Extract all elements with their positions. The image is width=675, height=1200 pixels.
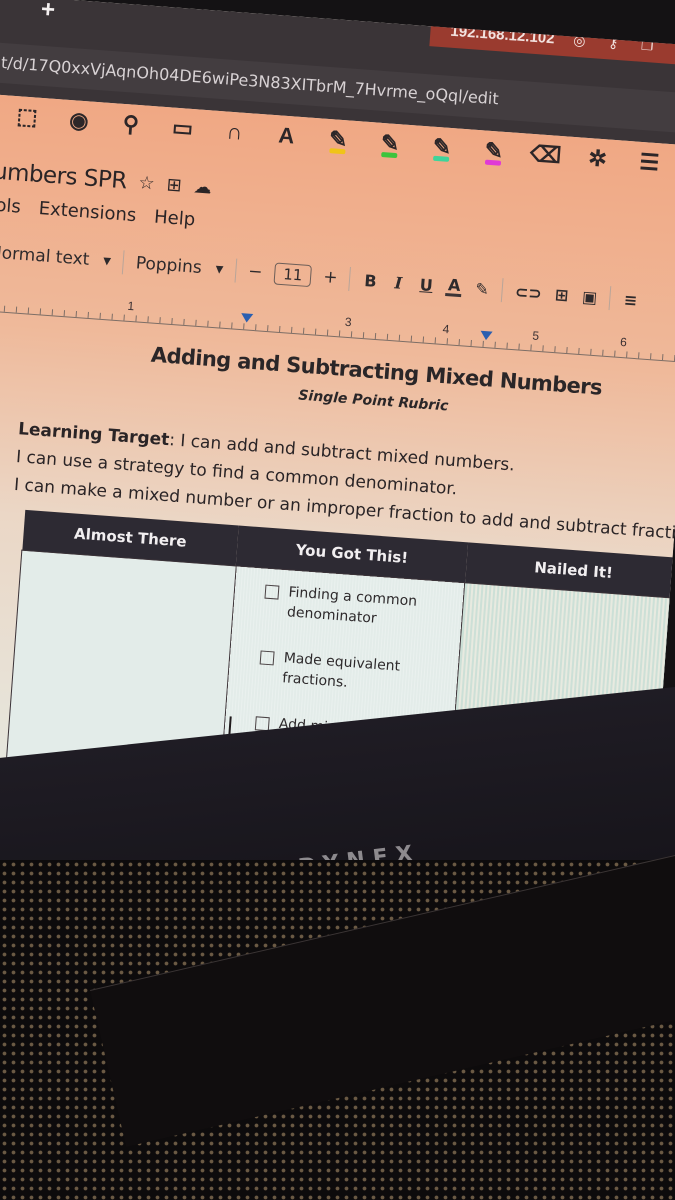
- toolbar-divider: [501, 278, 505, 303]
- bold-button[interactable]: B: [362, 270, 379, 291]
- font-dropdown[interactable]: Poppins ▼: [135, 253, 224, 279]
- font-value: Poppins: [135, 253, 203, 279]
- criteria-label: Made equivalent fractions.: [281, 650, 401, 691]
- read-aloud-icon[interactable]: ◉: [64, 106, 94, 136]
- highlighter-yellow-icon[interactable]: ✎: [323, 125, 353, 155]
- checkbox[interactable]: [264, 584, 280, 600]
- text-color-button[interactable]: A: [445, 275, 463, 297]
- paragraph-style-dropdown[interactable]: Normal text ▼: [0, 243, 112, 272]
- paragraph-style-value: Normal text: [0, 242, 90, 270]
- ruler-number: 3: [344, 314, 353, 330]
- link-icon[interactable]: ⊂⊃: [514, 282, 542, 303]
- menu-bar: Tools Extensions Help: [0, 193, 196, 230]
- toolbar-divider: [234, 258, 238, 283]
- monitor-icon[interactable]: ▭: [168, 113, 198, 143]
- criteria-label: Finding a common denominator: [286, 584, 418, 627]
- photo-scene: + 192.168.12.102 ◎ ⚷ ❐ nt/d/17Q0xxVjAqnO…: [0, 0, 675, 1200]
- highlighter-teal-icon[interactable]: ✎: [427, 132, 457, 162]
- italic-button[interactable]: I: [390, 272, 407, 292]
- translate-icon[interactable]: A: [271, 121, 301, 151]
- highlighter-green-icon[interactable]: ✎: [375, 129, 405, 159]
- move-folder-icon[interactable]: ⊞: [166, 174, 183, 196]
- menu-tools[interactable]: Tools: [0, 193, 22, 217]
- indent-marker[interactable]: [240, 313, 254, 323]
- document-title[interactable]: numbers SPR: [0, 158, 128, 195]
- ruler-number: 1: [127, 298, 135, 314]
- chevron-down-icon: ▼: [215, 263, 224, 276]
- menu-extensions[interactable]: Extensions: [38, 198, 137, 226]
- chevron-down-icon: ▼: [102, 255, 112, 267]
- add-comment-icon[interactable]: ⊞: [553, 284, 570, 305]
- checkbox[interactable]: [259, 650, 275, 666]
- right-indent-marker[interactable]: [479, 330, 493, 341]
- select-area-icon[interactable]: ⬚: [12, 102, 42, 132]
- underline-button[interactable]: U: [418, 275, 435, 295]
- window-icon[interactable]: ❐: [638, 35, 657, 54]
- toolbar-divider: [608, 286, 612, 311]
- key-icon[interactable]: ⚷: [604, 33, 623, 52]
- list-icon[interactable]: ☰: [634, 148, 664, 178]
- search-person-icon[interactable]: ⚲: [116, 110, 146, 140]
- doc-title-row: numbers SPR ☆ ⊞ ☁: [0, 158, 213, 201]
- cloud-saved-icon[interactable]: ☁: [193, 176, 212, 198]
- menu-help[interactable]: Help: [153, 207, 195, 231]
- ruler-number: 4: [442, 321, 450, 337]
- highlight-color-button[interactable]: ✎: [474, 279, 491, 299]
- headset-icon[interactable]: ∩: [220, 117, 250, 147]
- font-size-input[interactable]: 11: [273, 262, 313, 288]
- insert-image-icon[interactable]: ▣: [581, 287, 598, 307]
- increase-font-size-button[interactable]: +: [323, 267, 339, 288]
- settings-icon[interactable]: ✲: [583, 144, 613, 174]
- target-icon[interactable]: ◎: [570, 31, 589, 50]
- ruler-number: 5: [531, 328, 540, 343]
- page-subheading: Single Point Rubric: [297, 387, 449, 415]
- new-tab-button[interactable]: +: [40, 0, 56, 25]
- toolbar-divider: [121, 250, 125, 275]
- ip-address-label: 192.168.12.102: [449, 22, 556, 47]
- eraser-icon[interactable]: ⌫: [529, 140, 562, 170]
- star-icon[interactable]: ☆: [138, 172, 156, 194]
- align-icon[interactable]: ≡: [622, 290, 639, 310]
- decrease-font-size-button[interactable]: −: [247, 262, 263, 283]
- highlighter-pink-icon[interactable]: ✎: [479, 136, 509, 166]
- ruler-number: 6: [619, 334, 628, 350]
- toolbar-divider: [348, 266, 352, 291]
